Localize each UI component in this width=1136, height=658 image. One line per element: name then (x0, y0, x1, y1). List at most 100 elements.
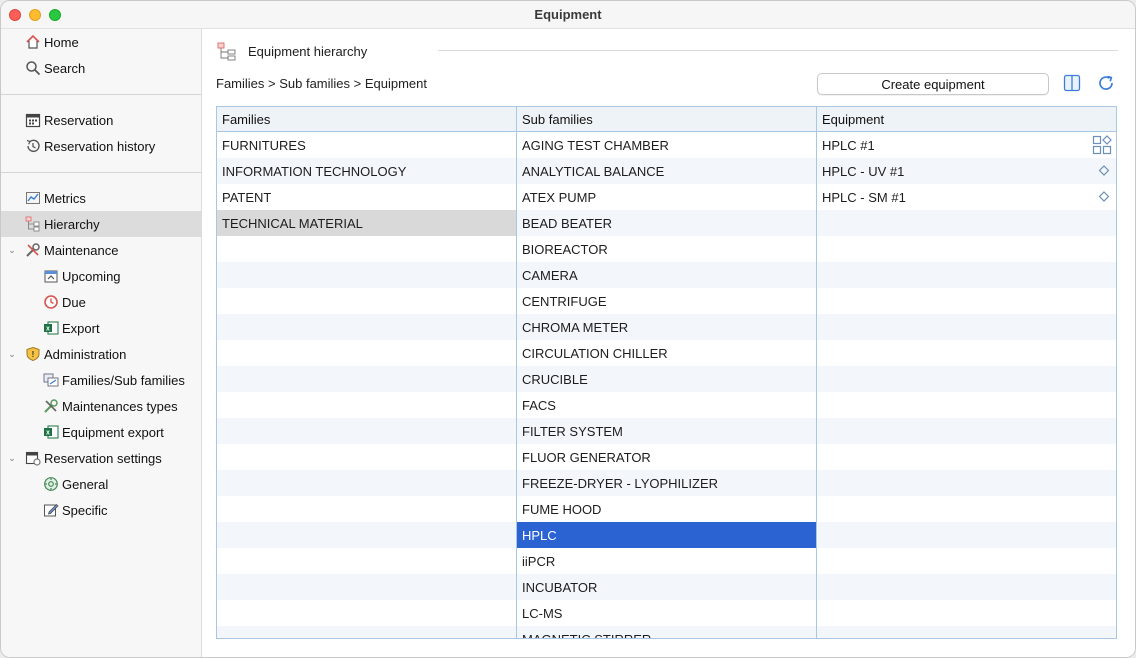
sidebar-item-metrics[interactable]: Metrics (1, 185, 201, 211)
table-row[interactable]: HPLC - UV #1 (817, 158, 1116, 184)
sub-families-list: AGING TEST CHAMBER ANALYTICAL BALANCE ATEX… (517, 132, 816, 638)
chevron-down-icon[interactable]: ⌄ (7, 245, 17, 255)
upcoming-icon (43, 268, 59, 284)
row-label: CHROMA METER (522, 319, 629, 335)
sidebar-item-maintenance[interactable]: ⌄ Maintenance (1, 237, 201, 263)
table-row[interactable]: ATEX PUMP (517, 184, 816, 210)
table-row[interactable]: INFORMATION TECHNOLOGY (217, 158, 516, 184)
sidebar-divider (1, 172, 201, 173)
table-row[interactable]: FILTER SYSTEM (517, 418, 816, 444)
sidebar-item-upcoming[interactable]: Upcoming (1, 263, 201, 289)
sidebar-item-maintenances-types[interactable]: Maintenances types (1, 393, 201, 419)
hierarchy-icon (217, 42, 237, 62)
refresh-icon (1097, 74, 1115, 95)
empty-row (217, 366, 516, 392)
sidebar-item-export[interactable]: x Export (1, 315, 201, 341)
sidebar-item-home[interactable]: Home (1, 29, 201, 55)
sidebar-item-label: Search (44, 60, 86, 76)
sidebar-item-specific[interactable]: Specific (1, 497, 201, 523)
sidebar-item-reservation-history[interactable]: Reservation history (1, 133, 201, 159)
due-clock-icon (43, 294, 59, 310)
table-row[interactable]: CIRCULATION CHILLER (517, 340, 816, 366)
table-row[interactable]: PATENT (217, 184, 516, 210)
diamond-icon[interactable] (1096, 189, 1112, 205)
table-row[interactable]: BEAD BEATER (517, 210, 816, 236)
empty-row (817, 210, 1116, 236)
table-row[interactable]: LC-MS (517, 600, 816, 626)
row-label: ATEX PUMP (522, 189, 597, 205)
sidebar-item-reservation-settings[interactable]: ⌄ Reservation settings (1, 445, 201, 471)
svg-text:!: ! (32, 350, 35, 359)
sidebar-item-label: Reservation settings (44, 450, 162, 466)
empty-row (817, 236, 1116, 262)
home-icon (25, 34, 41, 50)
table-row[interactable]: CRUCIBLE (517, 366, 816, 392)
table-row[interactable]: BIOREACTOR (517, 236, 816, 262)
row-label: HPLC #1 (822, 137, 875, 153)
empty-row (217, 470, 516, 496)
row-label: FURNITURES (222, 137, 306, 153)
columns-icon (1063, 74, 1081, 95)
empty-row (817, 314, 1116, 340)
refresh-button[interactable] (1095, 73, 1117, 95)
sidebar-item-search[interactable]: Search (1, 55, 201, 81)
table-row[interactable]: CHROMA METER (517, 314, 816, 340)
table-row[interactable]: ANALYTICAL BALANCE (517, 158, 816, 184)
sidebar-item-administration[interactable]: ⌄ ! Administration (1, 341, 201, 367)
families-header[interactable]: Families (217, 107, 516, 132)
sidebar: Home Search Reservation Reservation hist… (1, 29, 202, 657)
table-row[interactable]: CAMERA (517, 262, 816, 288)
row-label: ANALYTICAL BALANCE (522, 163, 665, 179)
table-row[interactable]: AGING TEST CHAMBER (517, 132, 816, 158)
empty-row (217, 392, 516, 418)
table-row[interactable]: FURNITURES (217, 132, 516, 158)
hierarchy-table: Families FURNITURES INFORMATION TECHNOLOG… (216, 106, 1117, 639)
sub-families-column: Sub families AGING TEST CHAMBER ANALYTICA… (516, 107, 816, 638)
grid-view-icon[interactable] (1092, 135, 1112, 155)
create-equipment-button[interactable]: Create equipment (817, 73, 1049, 95)
families-icon (43, 372, 59, 388)
table-row[interactable]: FREEZE-DRYER - LYOPHILIZER (517, 470, 816, 496)
calendar-settings-icon (25, 450, 41, 466)
sidebar-item-equipment-export[interactable]: x Equipment export (1, 419, 201, 445)
empty-row (217, 522, 516, 548)
tools-icon (25, 242, 41, 258)
calendar-icon (25, 112, 41, 128)
empty-row (217, 600, 516, 626)
sidebar-item-general[interactable]: General (1, 471, 201, 497)
excel-icon: x (43, 424, 59, 440)
table-row[interactable]: HPLC (517, 522, 816, 548)
table-row[interactable]: FUME HOOD (517, 496, 816, 522)
empty-row (817, 496, 1116, 522)
table-row[interactable]: FLUOR GENERATOR (517, 444, 816, 470)
sub-families-header[interactable]: Sub families (517, 107, 816, 132)
sidebar-item-label: Administration (44, 346, 127, 362)
chart-icon (25, 190, 41, 206)
table-row[interactable]: INCUBATOR (517, 574, 816, 600)
excel-icon: x (43, 320, 59, 336)
row-label: LC-MS (522, 605, 563, 621)
empty-row (217, 444, 516, 470)
table-row[interactable]: MAGNETIC STIRRER (517, 626, 816, 638)
row-label: FREEZE-DRYER - LYOPHILIZER (522, 475, 718, 491)
table-row[interactable]: iiPCR (517, 548, 816, 574)
row-label: CAMERA (522, 267, 578, 283)
table-row[interactable]: HPLC #1 (817, 132, 1116, 158)
sidebar-item-due[interactable]: Due (1, 289, 201, 315)
table-row[interactable]: TECHNICAL MATERIAL (217, 210, 516, 236)
sidebar-item-families[interactable]: Families/Sub families (1, 367, 201, 393)
table-row[interactable]: CENTRIFUGE (517, 288, 816, 314)
equipment-list: HPLC #1 HPLC - UV #1 HPLC - SM #1 (817, 132, 1116, 638)
equipment-column: Equipment HPLC #1 HPLC - UV #1 HPLC - SM #… (816, 107, 1116, 638)
search-icon (25, 60, 41, 76)
tools-icon (43, 398, 59, 414)
equipment-header[interactable]: Equipment (817, 107, 1116, 132)
sidebar-item-hierarchy[interactable]: Hierarchy (1, 211, 201, 237)
diamond-icon[interactable] (1096, 163, 1112, 179)
sidebar-item-reservation[interactable]: Reservation (1, 107, 201, 133)
chevron-down-icon[interactable]: ⌄ (7, 349, 17, 359)
table-row[interactable]: FACS (517, 392, 816, 418)
chevron-down-icon[interactable]: ⌄ (7, 453, 17, 463)
split-view-button[interactable] (1061, 73, 1083, 95)
table-row[interactable]: HPLC - SM #1 (817, 184, 1116, 210)
